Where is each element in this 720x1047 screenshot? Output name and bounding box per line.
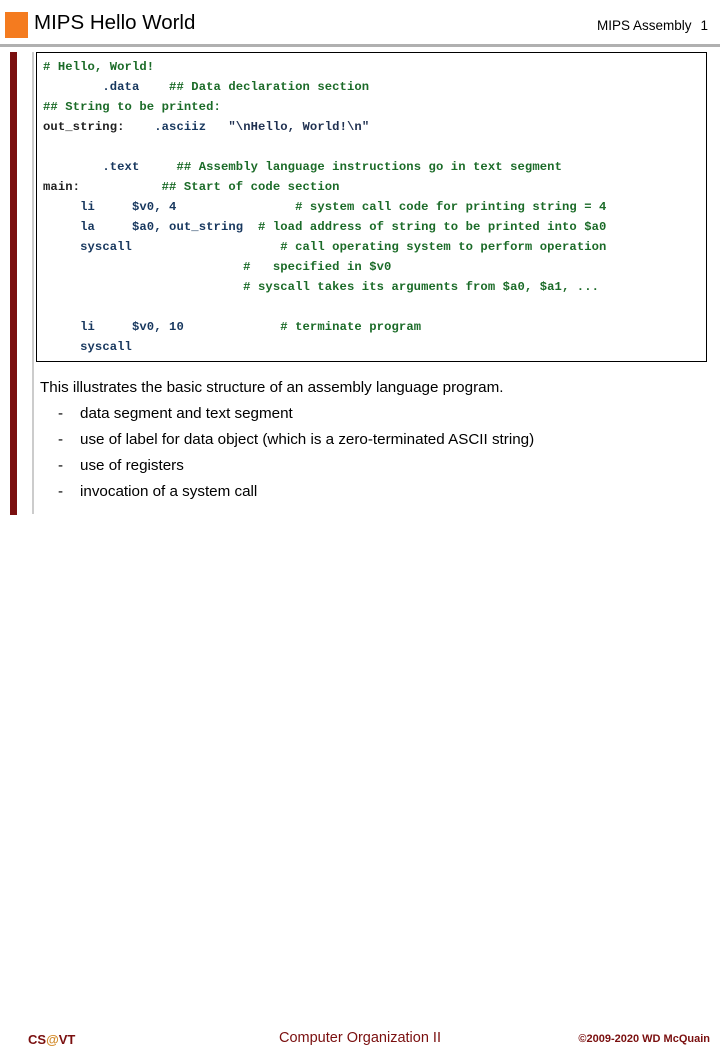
bullet-item-label: use of label for data object (which is a… <box>80 431 535 448</box>
slide-page-number: 1 <box>700 18 708 33</box>
header-course-label: MIPS Assembly <box>596 18 692 33</box>
code-token-directive: .data <box>102 80 140 94</box>
slide-header: MIPS Hello World MIPS Assembly 1 <box>0 0 720 47</box>
code-line: .data ## Data declaration section <box>43 77 606 97</box>
header-right-group: MIPS Assembly 1 <box>597 18 708 33</box>
page-title: MIPS Hello World <box>34 11 196 34</box>
code-token-instr: syscall <box>80 340 132 354</box>
code-token-comment: # terminate program <box>280 320 422 334</box>
body-content: This illustrates the basic structure of … <box>40 375 700 505</box>
code-token-operand: $a0, out_string <box>131 220 244 234</box>
code-token-instr: la <box>80 220 95 234</box>
bullet-item: - use of label for data object (which is … <box>58 427 700 453</box>
code-line: syscall <box>43 337 606 357</box>
code-token-comment: # load address of string to be printed i… <box>258 220 607 234</box>
code-token-comment: # call operating system to perform opera… <box>280 240 607 254</box>
code-line: li $v0, 4 # system call code for printin… <box>43 197 606 217</box>
header-divider <box>0 44 720 47</box>
code-token-operand: $v0, 10 <box>131 320 184 334</box>
code-listing-text: # Hello, World! .data ## Data declaratio… <box>43 57 606 357</box>
body-intro-text: This illustrates the basic structure of … <box>40 379 504 396</box>
code-listing-box: # Hello, World! .data ## Data declaratio… <box>36 52 707 362</box>
code-token-instr: li <box>80 320 95 334</box>
bullet-item: - use of registers <box>58 453 700 479</box>
code-line: ## String to be printed: <box>43 97 606 117</box>
code-token-directive: .asciiz <box>154 120 207 134</box>
bullet-item: - invocation of a system call <box>58 479 700 505</box>
bullet-dash-marker: - <box>58 405 64 422</box>
code-token-comment: # Hello, World! <box>43 60 155 74</box>
bullet-dash-marker: - <box>58 431 64 448</box>
footer-copyright: ©2009-2020 WD McQuain <box>578 1033 710 1045</box>
code-token-label: out_string: <box>43 120 125 134</box>
bullet-item-label: invocation of a system call <box>80 483 258 500</box>
code-line: # Hello, World! <box>43 57 606 77</box>
code-line: li $v0, 10 # terminate program <box>43 317 606 337</box>
bullet-item: - data segment and text segment <box>58 401 700 427</box>
code-line: syscall # call operating system to perfo… <box>43 237 606 257</box>
code-token-instr: syscall <box>80 240 132 254</box>
code-token-label: main: <box>43 180 81 194</box>
left-accent-bar <box>10 52 17 514</box>
code-token-directive: .text <box>102 160 140 174</box>
code-token-comment: # specified in $v0 <box>243 260 392 274</box>
bullet-item-label: data segment and text segment <box>80 405 293 422</box>
code-token-comment: ## String to be printed: <box>43 100 221 114</box>
code-token-comment: ## Assembly language instructions go in … <box>176 160 562 174</box>
left-gray-rule <box>32 52 34 514</box>
orange-square-marker-icon <box>5 12 28 38</box>
code-line: la $a0, out_string # load address of str… <box>43 217 606 237</box>
code-token-comment: # syscall takes its arguments from $a0, … <box>243 280 600 294</box>
code-line: .text ## Assembly language instructions … <box>43 157 606 177</box>
code-token-operand: $v0, 4 <box>131 200 177 214</box>
bullet-list: - data segment and text segment - use of la… <box>40 401 700 505</box>
bullet-dash-marker: - <box>58 457 64 474</box>
code-line: # specified in $v0 <box>43 257 606 277</box>
bullet-dash-marker: - <box>58 483 64 500</box>
code-token-string: "\nHello, World!\n" <box>228 120 370 134</box>
code-line: main: ## Start of code section <box>43 177 606 197</box>
code-token-comment: ## Data declaration section <box>169 80 370 94</box>
code-line: # syscall takes its arguments from $a0, … <box>43 277 606 297</box>
code-token-comment: ## Start of code section <box>161 180 340 194</box>
bullet-item-label: use of registers <box>80 457 184 474</box>
slide-footer: CS@VT Computer Organization II ©2009-202… <box>0 514 720 1047</box>
code-line: out_string: .asciiz "\nHello, World!\n" <box>43 117 606 137</box>
code-token-comment: # system call code for printing string =… <box>295 200 607 214</box>
code-token-instr: li <box>80 200 95 214</box>
